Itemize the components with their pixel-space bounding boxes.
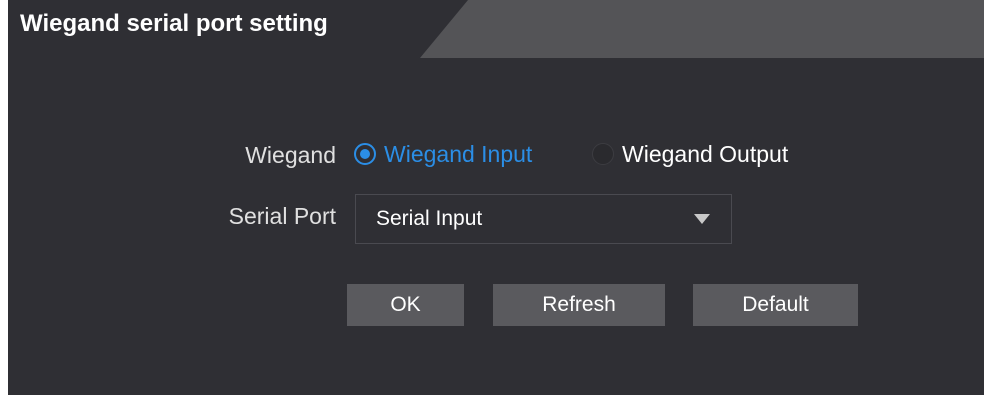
wiegand-input-radio[interactable]: Wiegand Input [354, 137, 532, 171]
default-button[interactable]: Default [693, 284, 858, 326]
page-title: Wiegand serial port setting [20, 10, 328, 37]
wiegand-input-label: Wiegand Input [384, 140, 533, 167]
radio-checked-icon [354, 143, 376, 165]
wiegand-output-radio[interactable]: Wiegand Output [592, 137, 788, 171]
chevron-down-icon[interactable] [694, 214, 710, 224]
tab-wiegand-serial-port-setting[interactable]: Wiegand serial port setting [8, 0, 468, 58]
serial-port-select[interactable]: Serial Input [355, 194, 732, 244]
settings-window: Wiegand serial port setting Wiegand Wieg… [8, 0, 984, 403]
serial-port-label: Serial Port [228, 203, 336, 229]
serial-port-selected-value: Serial Input [376, 207, 483, 230]
refresh-button[interactable]: Refresh [493, 284, 665, 326]
radio-unchecked-icon [592, 143, 614, 165]
wiegand-output-label: Wiegand Output [622, 140, 789, 167]
wiegand-label: Wiegand [245, 142, 336, 168]
ok-button[interactable]: OK [347, 284, 464, 326]
